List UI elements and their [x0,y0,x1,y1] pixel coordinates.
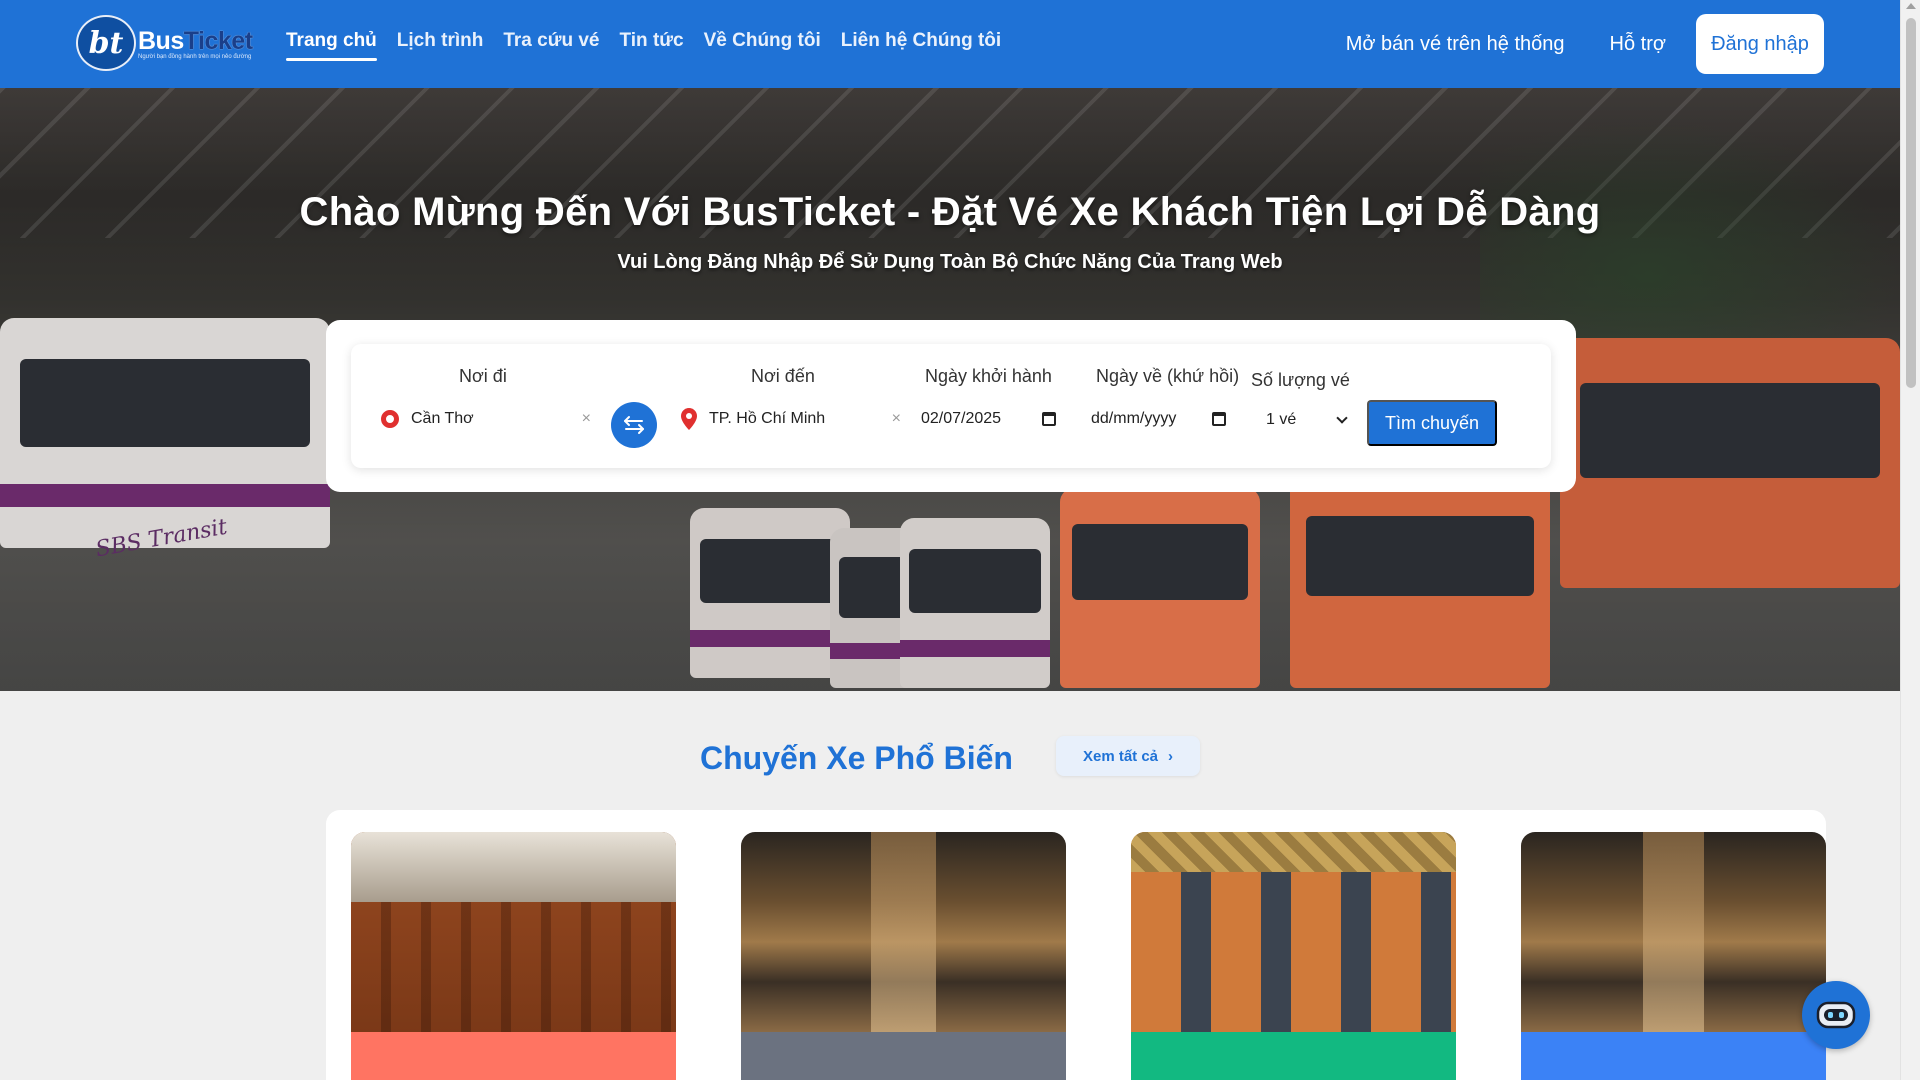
return-date-label: Ngày về (khứ hồi) [1096,366,1240,386]
hero-bus-image [1290,478,1550,688]
logo-tagline: Người bạn đồng hành trên mọi nẻo đường [138,53,252,60]
nav-contact[interactable]: Liên hệ Chúng tôi [841,30,1001,52]
swap-locations-button[interactable] [611,402,657,448]
depart-date-label: Ngày khởi hành [925,366,1052,386]
site-logo[interactable]: bt BusTicket Người bạn đồng hành trên mọ… [76,14,253,72]
hero-bus-image [0,318,330,548]
trip-search-card: Nơi đi Nơi đến Ngày khởi hành Ngày về (k… [326,320,1576,492]
clear-from-icon[interactable]: × [582,410,591,428]
robot-icon [1816,1001,1856,1029]
swap-arrows-icon [624,416,644,434]
trip-card-info [351,1032,676,1080]
nav-home[interactable]: Trang chủ [286,30,377,61]
hero-bus-image [900,518,1050,688]
trip-card[interactable] [741,832,1066,1080]
trip-card-info [741,1032,1066,1080]
popular-trips-title: Chuyến Xe Phổ Biến [700,740,1013,776]
depart-date-value: 02/07/2025 [921,410,1002,427]
top-navbar: bt BusTicket Người bạn đồng hành trên mọ… [0,0,1900,88]
trip-card-info [1131,1032,1456,1080]
trip-card[interactable] [351,832,676,1080]
see-all-label: Xem tất cả [1082,747,1159,765]
trip-card-image [1131,832,1456,1032]
trip-search-form: Nơi đi Nơi đến Ngày khởi hành Ngày về (k… [351,344,1551,468]
trip-card-image [351,832,676,1032]
nav-about[interactable]: Về Chúng tôi [704,30,821,52]
to-location-value: TP. Hồ Chí Minh [709,410,826,427]
to-location-input[interactable]: TP. Hồ Chí Minh × [681,404,901,434]
return-date-placeholder: dd/mm/yyyy [1091,410,1177,427]
hero-bus-image [1060,488,1260,688]
popular-trips-carousel [326,810,1826,1080]
ticket-qty-value: 1 vé [1266,411,1297,428]
support-link[interactable]: Hỗ trợ [1610,33,1666,56]
trip-card-image [741,832,1066,1032]
trip-card[interactable] [1521,832,1826,1080]
nav-news[interactable]: Tin tức [620,30,684,52]
hero-title: Chào Mừng Đến Với BusTicket - Đặt Vé Xe … [299,190,1601,234]
logo-mark: bt [76,15,136,71]
open-sale-link[interactable]: Mở bán vé trên hệ thống [1346,33,1565,56]
scrollbar-thumb[interactable] [1906,18,1916,388]
hero-subtitle: Vui Lòng Đăng Nhập Để Sử Dụng Toàn Bộ Ch… [617,251,1283,273]
hero-bus-image [1560,338,1900,588]
from-location-value: Cần Thơ [411,410,474,427]
see-all-button[interactable]: Xem tất cả › [1056,736,1200,776]
hero-bus-image [690,508,850,678]
map-pin-icon [681,408,697,430]
trip-card-info [1521,1032,1826,1080]
depart-date-input[interactable]: 02/07/2025 [921,404,1056,434]
page: bt BusTicket Người bạn đồng hành trên mọ… [0,0,1920,1080]
ticket-qty-label: Số lượng vé [1251,370,1350,390]
calendar-icon[interactable] [1042,412,1056,426]
search-trips-button[interactable]: Tìm chuyến [1367,400,1497,446]
scroll-up-arrow-icon[interactable] [1906,3,1916,9]
logo-name: BusTicket [138,27,253,56]
login-button[interactable]: Đăng nhập [1696,14,1824,74]
to-label: Nơi đến [751,366,815,386]
chatbot-button[interactable] [1802,981,1870,1049]
clear-to-icon[interactable]: × [892,410,901,428]
trip-card[interactable] [1131,832,1456,1080]
logo-text: BusTicket Người bạn đồng hành trên mọi n… [138,27,253,60]
chevron-down-icon [1336,412,1348,424]
ticket-qty-select[interactable]: 1 vé [1266,404,1348,436]
header-actions: Mở bán vé trên hệ thống Hỗ trợ Đăng nhập [1346,14,1900,74]
main-nav: Trang chủ Lịch trình Tra cứu vé Tin tức … [286,30,1001,61]
from-label: Nơi đi [459,366,507,386]
logo-name-part2: Ticket [183,26,253,55]
page-scrollbar[interactable] [1900,0,1920,1080]
nav-ticket-lookup[interactable]: Tra cứu vé [503,30,599,52]
chevron-right-icon: › [1168,747,1174,765]
nav-schedule[interactable]: Lịch trình [397,30,484,52]
return-date-input[interactable]: dd/mm/yyyy [1091,404,1226,434]
calendar-icon[interactable] [1212,412,1226,426]
origin-dot-icon [381,410,399,428]
trip-card-image [1521,832,1826,1032]
from-location-input[interactable]: Cần Thơ × [381,404,591,434]
logo-name-part1: Bus [138,26,184,55]
